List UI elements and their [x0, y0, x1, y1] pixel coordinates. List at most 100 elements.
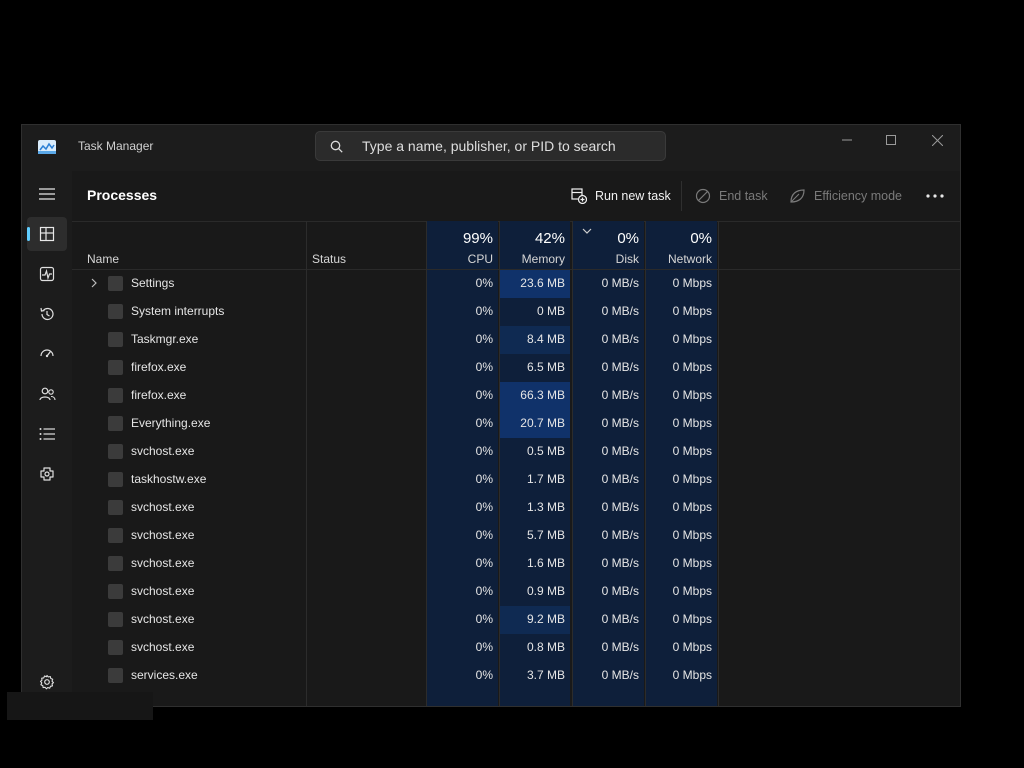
memory-column-label: Memory: [521, 252, 565, 266]
search-box[interactable]: [315, 131, 666, 161]
end-task-icon: [695, 188, 711, 204]
command-bar: Processes Run new task End task Efficien…: [72, 171, 960, 222]
disk-value: 0 MB/s: [601, 584, 639, 598]
status-column-header[interactable]: Status: [307, 221, 425, 269]
expand-chevron-icon[interactable]: [88, 277, 100, 289]
process-row[interactable]: svchost.exe 0% 0.5 MB 0 MB/s 0 Mbps: [72, 438, 960, 466]
processes-icon: [39, 226, 55, 242]
close-icon: [931, 134, 943, 146]
process-row[interactable]: taskhostw.exe 0% 1.7 MB 0 MB/s 0 Mbps: [72, 466, 960, 494]
cpu-value: 0%: [475, 444, 493, 458]
startup-apps-icon: [40, 349, 54, 358]
run-new-task-button[interactable]: Run new task: [571, 184, 671, 208]
network-value: 0 Mbps: [672, 472, 712, 486]
nav-performance[interactable]: [27, 257, 67, 291]
window-title: Task Manager: [78, 139, 154, 153]
disk-value: 0 MB/s: [601, 388, 639, 402]
sort-chevron-icon: [582, 228, 592, 234]
process-icon: [108, 276, 123, 291]
cpu-value: 0%: [475, 304, 493, 318]
maximize-icon: [886, 135, 896, 145]
process-row[interactable]: System interrupts 0% 0 MB 0 MB/s 0 Mbps: [72, 298, 960, 326]
network-value: 0 Mbps: [672, 528, 712, 542]
process-row[interactable]: svchost.exe 0% 0.8 MB 0 MB/s 0 Mbps: [72, 634, 960, 662]
memory-value: 8.4 MB: [526, 332, 565, 346]
process-row[interactable]: svchost.exe 0% 1.3 MB 0 MB/s 0 Mbps: [72, 494, 960, 522]
nav-users[interactable]: [27, 377, 67, 411]
memory-column-header[interactable]: 42% Memory: [500, 221, 570, 269]
network-value: 0 Mbps: [672, 500, 712, 514]
disk-column-header[interactable]: 0% Disk: [573, 221, 644, 269]
network-value: 0 Mbps: [672, 668, 712, 682]
search-input[interactable]: [362, 136, 652, 156]
network-value: 0 Mbps: [672, 556, 712, 570]
network-value: 0 Mbps: [672, 360, 712, 374]
process-name: svchost.exe: [131, 612, 195, 626]
process-row[interactable]: svchost.exe 0% 5.7 MB 0 MB/s 0 Mbps: [72, 522, 960, 550]
process-row[interactable]: svchost.exe 0% 0.9 MB 0 MB/s 0 Mbps: [72, 578, 960, 606]
minimize-button[interactable]: [824, 125, 870, 155]
nav-processes[interactable]: [27, 217, 67, 251]
process-row[interactable]: Taskmgr.exe 0% 8.4 MB 0 MB/s 0 Mbps: [72, 326, 960, 354]
hamburger-menu-button[interactable]: [27, 177, 67, 211]
process-icon: [108, 444, 123, 459]
disk-column-label: Disk: [615, 252, 639, 266]
process-name: svchost.exe: [131, 500, 195, 514]
process-icon: [108, 556, 123, 571]
network-value: 0 Mbps: [672, 640, 712, 654]
maximize-button[interactable]: [868, 125, 914, 155]
network-value: 0 Mbps: [672, 276, 712, 290]
process-icon: [108, 584, 123, 599]
close-button[interactable]: [914, 125, 960, 155]
end-task-button[interactable]: End task: [695, 184, 768, 208]
disk-value: 0 MB/s: [601, 556, 639, 570]
cpu-value: 0%: [475, 360, 493, 374]
disk-value: 0 MB/s: [601, 612, 639, 626]
disk-value: 0 MB/s: [601, 304, 639, 318]
process-icon: [108, 360, 123, 375]
hamburger-menu-icon: [39, 188, 55, 200]
memory-value: 3.7 MB: [526, 668, 565, 682]
cpu-value: 0%: [475, 276, 493, 290]
memory-value: 1.3 MB: [526, 500, 565, 514]
run-new-task-icon: [571, 188, 587, 204]
more-options-button[interactable]: [923, 184, 947, 208]
nav-app-history[interactable]: [27, 297, 67, 331]
process-row[interactable]: Everything.exe 0% 20.7 MB 0 MB/s 0 Mbps: [72, 410, 960, 438]
disk-value: 0 MB/s: [601, 500, 639, 514]
process-row[interactable]: svchost.exe 0% 1.6 MB 0 MB/s 0 Mbps: [72, 550, 960, 578]
process-icon: [108, 668, 123, 683]
end-task-label: End task: [719, 189, 768, 203]
process-row[interactable]: firefox.exe 0% 6.5 MB 0 MB/s 0 Mbps: [72, 354, 960, 382]
process-name: svchost.exe: [131, 444, 195, 458]
cpu-total-percent: 99%: [462, 230, 493, 247]
memory-total-percent: 42%: [534, 230, 565, 247]
nav-startup-apps[interactable]: [27, 337, 67, 371]
process-row[interactable]: services.exe 0% 3.7 MB 0 MB/s 0 Mbps: [72, 662, 960, 690]
cpu-column-header[interactable]: 99% CPU: [427, 221, 498, 269]
network-value: 0 Mbps: [672, 304, 712, 318]
gear-icon: [39, 674, 55, 690]
process-icon: [108, 472, 123, 487]
nav-details[interactable]: [27, 417, 67, 451]
status-column-label: Status: [312, 252, 347, 266]
sidebar: [22, 171, 72, 706]
cpu-column-label: CPU: [467, 252, 493, 266]
cpu-value: 0%: [475, 472, 493, 486]
process-row[interactable]: firefox.exe 0% 66.3 MB 0 MB/s 0 Mbps: [72, 382, 960, 410]
process-name: firefox.exe: [131, 360, 187, 374]
process-row[interactable]: Settings 0% 23.6 MB 0 MB/s 0 Mbps: [72, 270, 960, 298]
process-name: svchost.exe: [131, 640, 195, 654]
memory-value: 0.8 MB: [526, 640, 565, 654]
efficiency-mode-button[interactable]: Efficiency mode: [789, 184, 902, 208]
network-value: 0 Mbps: [672, 584, 712, 598]
network-column-header[interactable]: 0% Network: [646, 221, 717, 269]
disk-value: 0 MB/s: [601, 668, 639, 682]
services-icon: [40, 467, 54, 481]
process-row[interactable]: svchost.exe 0% 9.2 MB 0 MB/s 0 Mbps: [72, 606, 960, 634]
nav-services[interactable]: [27, 457, 67, 491]
process-name: Taskmgr.exe: [131, 332, 199, 346]
command-bar-separator: [681, 181, 682, 211]
process-icon: [108, 332, 123, 347]
name-column-header[interactable]: Name: [72, 221, 306, 269]
